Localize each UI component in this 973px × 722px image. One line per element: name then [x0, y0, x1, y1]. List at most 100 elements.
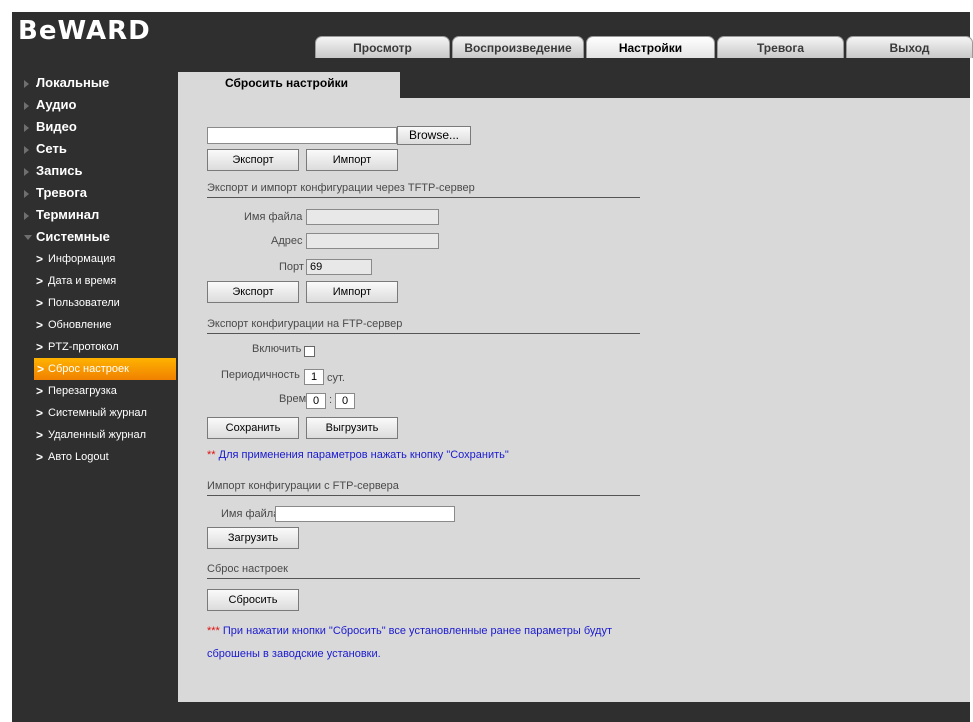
reset-button[interactable]: Сбросить	[207, 589, 299, 611]
tab-exit[interactable]: Выход	[846, 36, 973, 58]
note-text: Для применения параметров нажать кнопку …	[215, 449, 509, 461]
tab-playback[interactable]: Воспроизведение	[452, 36, 584, 58]
sidebar-subitem-label: Пользователи	[48, 297, 120, 309]
sidebar-item-network[interactable]: Сеть	[12, 138, 176, 160]
sidebar-subitem-ptz[interactable]: > PTZ-протокол	[12, 336, 176, 358]
ftp-time-hours-input[interactable]: 0	[306, 393, 326, 409]
tftp-import-button[interactable]: Импорт	[306, 281, 398, 303]
sidebar-subitem-label: Системный журнал	[48, 407, 147, 419]
page-tab: Сбросить настройки	[178, 72, 400, 100]
divider	[207, 197, 640, 198]
sidebar-item-label: Видео	[36, 119, 77, 134]
triangle-right-icon	[24, 190, 29, 198]
reset-note-line2: сброшены в заводские установки.	[207, 648, 381, 660]
brand-logo: BeWARD	[18, 16, 151, 46]
tab-view[interactable]: Просмотр	[315, 36, 450, 58]
main-content: Сбросить настройки Browse... Экспорт Имп…	[178, 72, 970, 702]
ftp-load-button[interactable]: Загрузить	[207, 527, 299, 549]
tab-settings[interactable]: Настройки	[586, 36, 715, 58]
ftp-import-section-heading: Импорт конфигурации с FTP-сервера	[207, 480, 399, 492]
chevron-right-icon: >	[37, 362, 45, 376]
chevron-right-icon: >	[36, 406, 44, 420]
sidebar-item-alarm[interactable]: Тревога	[12, 182, 176, 204]
sidebar-item-terminal[interactable]: Терминал	[12, 204, 176, 226]
local-export-button[interactable]: Экспорт	[207, 149, 299, 171]
page-title: Сбросить настройки	[225, 76, 348, 90]
sidebar-subitem-label: Перезагрузка	[48, 385, 117, 397]
sidebar-subitem-datetime[interactable]: > Дата и время	[12, 270, 176, 292]
tftp-address-label: Адрес	[271, 235, 303, 247]
sidebar-subitem-remote-log[interactable]: > Удаленный журнал	[12, 424, 176, 446]
sidebar: Локальные Аудио Видео Сеть Запись Тревог…	[12, 72, 176, 468]
divider	[207, 578, 640, 579]
config-file-path-input[interactable]	[207, 127, 397, 144]
sidebar-subitem-label: Авто Logout	[48, 451, 109, 463]
sidebar-subitem-users[interactable]: > Пользователи	[12, 292, 176, 314]
sidebar-item-system[interactable]: Системные	[12, 226, 176, 248]
ftp-import-filename-input[interactable]	[275, 506, 455, 522]
tftp-port-label: Порт	[279, 261, 304, 273]
sidebar-subitem-reboot[interactable]: > Перезагрузка	[12, 380, 176, 402]
chevron-right-icon: >	[36, 318, 44, 332]
tftp-section-heading: Экспорт и импорт конфигурации через TFTP…	[207, 182, 475, 194]
sidebar-subitem-label: Сброс настроек	[48, 363, 129, 375]
triangle-right-icon	[24, 146, 29, 154]
time-separator: :	[329, 394, 333, 406]
bottom-bar	[12, 702, 970, 722]
ftp-export-section-heading: Экспорт конфигурации на FTP-сервер	[207, 318, 403, 330]
ftp-period-input[interactable]: 1	[304, 369, 324, 385]
ftp-save-note: ** Для применения параметров нажать кноп…	[207, 449, 509, 461]
sidebar-item-audio[interactable]: Аудио	[12, 94, 176, 116]
tftp-address-input[interactable]	[306, 233, 439, 249]
sidebar-subitem-update[interactable]: > Обновление	[12, 314, 176, 336]
triangle-right-icon	[24, 124, 29, 132]
tftp-port-input[interactable]: 69	[306, 259, 372, 275]
chevron-right-icon: >	[36, 340, 44, 354]
ftp-enable-checkbox[interactable]	[304, 346, 315, 357]
triangle-right-icon	[24, 168, 29, 176]
reset-section-heading: Сброс настроек	[207, 563, 288, 575]
tftp-export-button[interactable]: Экспорт	[207, 281, 299, 303]
tftp-filename-label: Имя файла	[244, 211, 303, 223]
reset-note-line1: *** При нажатии кнопки "Сбросить" все ус…	[207, 625, 612, 637]
chevron-right-icon: >	[36, 274, 44, 288]
ftp-period-label: Периодичность	[221, 369, 300, 381]
sidebar-item-label: Сеть	[36, 141, 67, 156]
sidebar-subitem-label: Обновление	[48, 319, 112, 331]
chevron-right-icon: >	[36, 450, 44, 464]
chevron-right-icon: >	[36, 252, 44, 266]
sidebar-item-label: Запись	[36, 163, 83, 178]
sidebar-subitem-auto-logout[interactable]: > Авто Logout	[12, 446, 176, 468]
tab-alarm[interactable]: Тревога	[717, 36, 844, 58]
chevron-right-icon: >	[36, 384, 44, 398]
sidebar-subitem-label: Дата и время	[48, 275, 117, 287]
ftp-save-button[interactable]: Сохранить	[207, 417, 299, 439]
chevron-right-icon: >	[36, 428, 44, 442]
triangle-right-icon	[24, 212, 29, 220]
sidebar-subitem-label: Удаленный журнал	[48, 429, 147, 441]
triangle-right-icon	[24, 102, 29, 110]
browse-button[interactable]: Browse...	[397, 126, 471, 145]
app-frame: BeWARD Просмотр Воспроизведение Настройк…	[12, 12, 973, 722]
sidebar-subitem-syslog[interactable]: > Системный журнал	[12, 402, 176, 424]
sidebar-item-video[interactable]: Видео	[12, 116, 176, 138]
local-import-button[interactable]: Импорт	[306, 149, 398, 171]
sidebar-subitem-label: PTZ-протокол	[48, 341, 119, 353]
triangle-right-icon	[24, 80, 29, 88]
ftp-upload-button[interactable]: Выгрузить	[306, 417, 398, 439]
sidebar-subitem-label: Информация	[48, 253, 116, 265]
sidebar-subitem-info[interactable]: > Информация	[12, 248, 176, 270]
sidebar-item-label: Локальные	[36, 75, 110, 90]
sidebar-item-local[interactable]: Локальные	[12, 72, 176, 94]
triangle-down-icon	[24, 235, 32, 240]
divider	[207, 495, 640, 496]
sidebar-item-label: Системные	[36, 229, 110, 244]
ftp-time-minutes-input[interactable]: 0	[335, 393, 355, 409]
sidebar-item-label: Аудио	[36, 97, 77, 112]
sidebar-item-record[interactable]: Запись	[12, 160, 176, 182]
tftp-filename-input[interactable]	[306, 209, 439, 225]
ftp-enable-label: Включить	[252, 343, 302, 355]
sidebar-subitem-reset[interactable]: > Сброс настроек	[34, 358, 176, 380]
chevron-right-icon: >	[36, 296, 44, 310]
note-stars: ***	[207, 625, 220, 637]
